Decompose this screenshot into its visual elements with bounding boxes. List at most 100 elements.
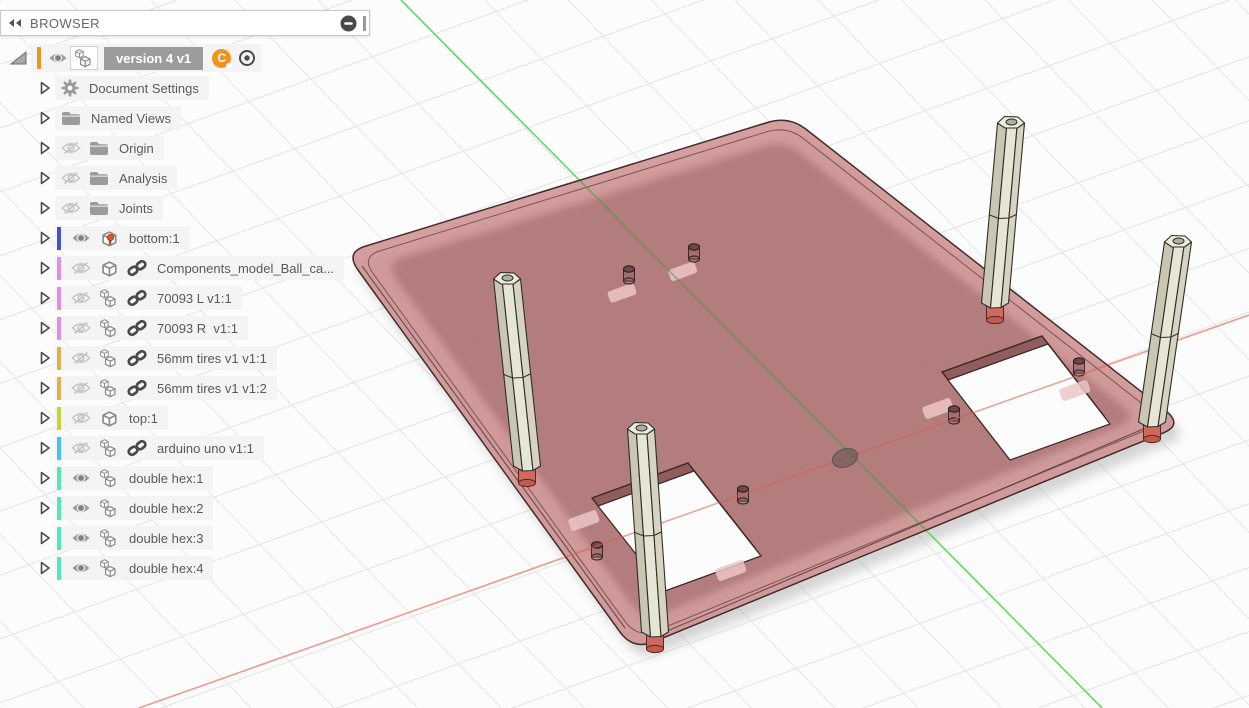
expand-arrow-icon[interactable] xyxy=(38,501,51,515)
expand-arrow-icon[interactable] xyxy=(38,261,51,275)
component-icon xyxy=(99,438,119,458)
browser-item-label[interactable]: top:1 xyxy=(129,411,158,426)
collapse-panel-icon[interactable] xyxy=(8,18,22,28)
visibility-eye-icon[interactable] xyxy=(71,471,91,485)
browser-row[interactable]: double hex:2 xyxy=(0,493,400,523)
browser-item-label[interactable]: Joints xyxy=(119,201,153,216)
visibility-eye-icon[interactable] xyxy=(61,141,81,155)
expand-arrow-icon[interactable] xyxy=(38,561,51,575)
visibility-eye-icon[interactable] xyxy=(71,561,91,575)
visibility-eye-icon[interactable] xyxy=(71,291,91,305)
expand-arrow-icon[interactable] xyxy=(38,291,51,305)
browser-item-label[interactable]: double hex:4 xyxy=(129,561,203,576)
link-icon xyxy=(127,259,147,277)
browser-row[interactable]: double hex:1 xyxy=(0,463,400,493)
folder-icon xyxy=(89,200,109,216)
browser-row[interactable]: Joints xyxy=(0,193,400,223)
activate-radio-icon[interactable] xyxy=(238,49,256,67)
link-icon xyxy=(127,319,147,337)
browser-row[interactable]: 70093 R v1:1 xyxy=(0,313,400,343)
browser-row[interactable]: Components_model_Ball_ca... xyxy=(0,253,400,283)
expand-arrow-icon[interactable] xyxy=(38,471,51,485)
browser-item-label[interactable]: Analysis xyxy=(119,171,167,186)
browser-item-label[interactable]: 70093 L v1:1 xyxy=(157,291,232,306)
expand-arrow-icon[interactable] xyxy=(38,231,51,245)
browser-item-label[interactable]: double hex:1 xyxy=(129,471,203,486)
expand-arrow-icon[interactable] xyxy=(38,111,51,125)
visibility-eye-icon[interactable] xyxy=(71,441,91,455)
browser-row[interactable]: double hex:3 xyxy=(0,523,400,553)
standoff-3[interactable] xyxy=(982,117,1025,324)
browser-row[interactable]: arduino uno v1:1 xyxy=(0,433,400,463)
browser-item-label[interactable]: bottom:1 xyxy=(129,231,180,246)
browser-row[interactable]: 56mm tires v1 v1:1 xyxy=(0,343,400,373)
visibility-eye-icon[interactable] xyxy=(48,51,68,65)
browser-item-label[interactable]: double hex:3 xyxy=(129,531,203,546)
browser-item-label[interactable]: Components_model_Ball_ca... xyxy=(157,261,334,276)
component-color-bar xyxy=(57,287,61,310)
visibility-eye-icon[interactable] xyxy=(71,351,91,365)
visibility-eye-icon[interactable] xyxy=(71,501,91,515)
component-icon xyxy=(99,378,119,398)
component-color-bar xyxy=(57,317,61,340)
component-icon xyxy=(99,468,119,488)
expand-arrow-icon[interactable] xyxy=(38,381,51,395)
browser-item-label[interactable]: 56mm tires v1 v1:1 xyxy=(157,351,267,366)
visibility-eye-icon[interactable] xyxy=(71,531,91,545)
browser-row[interactable]: double hex:4 xyxy=(0,553,400,583)
component-color-bar xyxy=(57,347,61,370)
visibility-eye-icon[interactable] xyxy=(71,321,91,335)
browser-row[interactable]: Analysis xyxy=(0,163,400,193)
visibility-eye-icon[interactable] xyxy=(61,171,81,185)
browser-header[interactable]: BROWSER xyxy=(0,10,370,36)
browser-item-label[interactable]: Origin xyxy=(119,141,154,156)
expand-arrow-icon[interactable] xyxy=(38,171,51,185)
browser-row[interactable]: Document Settings xyxy=(0,73,400,103)
browser-item-label[interactable]: double hex:2 xyxy=(129,501,203,516)
expand-arrow-icon[interactable] xyxy=(38,81,51,95)
gear-icon xyxy=(61,79,79,97)
body-icon xyxy=(99,258,119,278)
browser-row[interactable]: bottom:1 xyxy=(0,223,400,253)
browser-item-label[interactable]: 70093 R v1:1 xyxy=(157,321,238,336)
browser-row[interactable]: Origin xyxy=(0,133,400,163)
link-icon xyxy=(127,379,147,397)
panel-resize-handle[interactable] xyxy=(363,16,366,31)
visibility-eye-icon[interactable] xyxy=(61,201,81,215)
component-icon xyxy=(70,46,98,70)
component-color-bar xyxy=(57,497,61,520)
link-icon xyxy=(127,349,147,367)
component-icon xyxy=(99,288,119,308)
expand-arrow-icon[interactable] xyxy=(38,441,51,455)
browser-item-label[interactable]: 56mm tires v1 v1:2 xyxy=(157,381,267,396)
component-color-bar xyxy=(57,557,61,580)
minimize-circle-icon[interactable] xyxy=(340,15,357,32)
browser-row[interactable]: 56mm tires v1 v1:2 xyxy=(0,373,400,403)
browser-item-label[interactable]: arduino uno v1:1 xyxy=(157,441,254,456)
expand-arrow-icon[interactable] xyxy=(38,531,51,545)
expand-arrow-icon[interactable] xyxy=(38,411,51,425)
visibility-eye-icon[interactable] xyxy=(71,381,91,395)
in-context-badge[interactable]: C xyxy=(212,49,231,68)
browser-row[interactable]: 70093 L v1:1 xyxy=(0,283,400,313)
browser-row[interactable]: top:1 xyxy=(0,403,400,433)
expand-arrow-icon[interactable] xyxy=(38,351,51,365)
browser-item-label[interactable]: Named Views xyxy=(91,111,171,126)
body-icon xyxy=(99,408,119,428)
standoff-4[interactable] xyxy=(1139,236,1192,443)
visibility-eye-icon[interactable] xyxy=(71,411,91,425)
component-color-bar xyxy=(57,437,61,460)
visibility-eye-icon[interactable] xyxy=(71,231,91,245)
component-color-bar xyxy=(57,527,61,550)
browser-tree: Document Settings Named Views Origin Analys… xyxy=(0,73,400,583)
expand-arrow-icon[interactable] xyxy=(38,201,51,215)
component-color-bar xyxy=(57,467,61,490)
browser-item-label[interactable]: Document Settings xyxy=(89,81,199,96)
browser-root-row[interactable]: version 4 v1 C xyxy=(10,44,262,72)
root-component-label[interactable]: version 4 v1 xyxy=(104,47,203,70)
expand-arrow-icon[interactable] xyxy=(38,141,51,155)
expand-arrow-icon[interactable] xyxy=(38,321,51,335)
component-color-bar xyxy=(37,47,41,69)
visibility-eye-icon[interactable] xyxy=(71,261,91,275)
browser-row[interactable]: Named Views xyxy=(0,103,400,133)
